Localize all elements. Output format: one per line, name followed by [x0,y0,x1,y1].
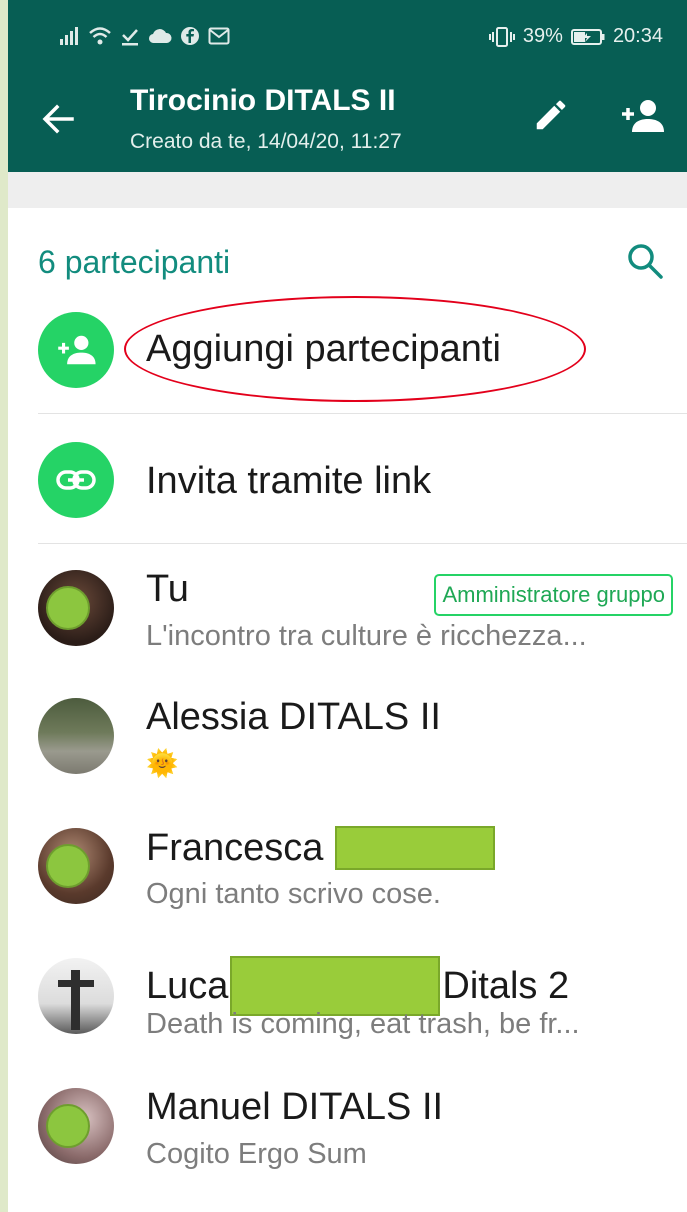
facebook-icon [181,27,199,45]
battery-percent: 39% [522,25,563,47]
cloud-icon [148,29,172,44]
avatar [38,828,114,904]
member-row-manuel[interactable]: Manuel DITALS II Cogito Ergo Sum [8,1076,687,1206]
group-subtitle: Creato da te, 14/04/20, 11:27 [130,130,402,153]
member-about: 🌞 [146,748,179,778]
admin-badge: Amministratore gruppo [434,574,673,616]
member-name-row: Luca Ditals 2 [146,956,569,1016]
redaction-dot [46,844,90,888]
divider [38,543,687,544]
member-name-row: Francesca [146,826,496,870]
avatar [38,698,114,774]
invite-link-row[interactable]: Invita tramite link [8,426,687,536]
member-about: Cogito Ergo Sum [146,1138,367,1170]
member-name-suffix: Ditals 2 [442,964,570,1007]
signal-icon [60,27,78,45]
person-add-icon[interactable] [620,98,664,134]
highlight-ellipse [124,296,586,402]
redaction-box [230,956,441,1016]
pencil-icon[interactable] [532,96,570,134]
avatar [38,958,114,1034]
search-icon[interactable] [626,242,664,280]
member-row-luca[interactable]: Luca Ditals 2 Death is coming, eat trash… [8,946,687,1076]
member-name: Tu [146,568,189,610]
wifi-icon [89,27,111,45]
member-name: Luca [146,964,229,1007]
participants-section: 6 partecipanti Aggiungi partecipanti Inv… [8,208,687,1212]
app-toolbar: Tirocinio DITALS II Creato da te, 14/04/… [8,66,687,172]
group-title[interactable]: Tirocinio DITALS II [130,84,396,118]
gmail-icon [208,27,230,45]
member-row-tu[interactable]: Tu Amministratore gruppo L'incontro tra … [8,558,687,688]
cross-image-icon [58,970,94,1030]
status-icons-left [60,26,230,46]
member-about: Ogni tanto scrivo cose. [146,878,441,910]
battery-icon [570,28,605,45]
vibrate-icon [488,26,515,47]
member-about: Death is coming, eat trash, be fr... [146,1008,580,1040]
link-icon [56,470,96,490]
invite-link-label: Invita tramite link [146,460,432,502]
divider [38,413,687,414]
person-add-icon [58,335,96,365]
redaction-dot [46,586,90,630]
arrow-back-icon[interactable] [42,104,74,134]
invite-link-icon-circle [38,442,114,518]
download-done-icon [122,29,138,46]
redaction-box [335,826,496,870]
phone-screen: 39% 20:34 Tirocinio DITALS II Creato da … [8,0,687,1212]
section-gap [8,172,687,208]
avatar [38,570,114,646]
add-participants-icon-circle [38,312,114,388]
participants-count: 6 partecipanti [38,244,231,280]
member-name: Alessia DITALS II [146,696,441,738]
member-row-alessia[interactable]: Alessia DITALS II 🌞 [8,686,687,816]
redaction-dot [46,1104,90,1148]
member-name: Manuel DITALS II [146,1086,444,1128]
status-bar: 39% 20:34 [8,0,687,66]
member-row-francesca[interactable]: Francesca Ogni tanto scrivo cose. [8,816,687,946]
member-about: L'incontro tra culture è ricchezza... [146,620,587,652]
status-icons-right: 39% 20:34 [488,25,663,48]
member-name: Francesca [146,826,324,869]
avatar [38,1088,114,1164]
clock: 20:34 [612,25,663,47]
